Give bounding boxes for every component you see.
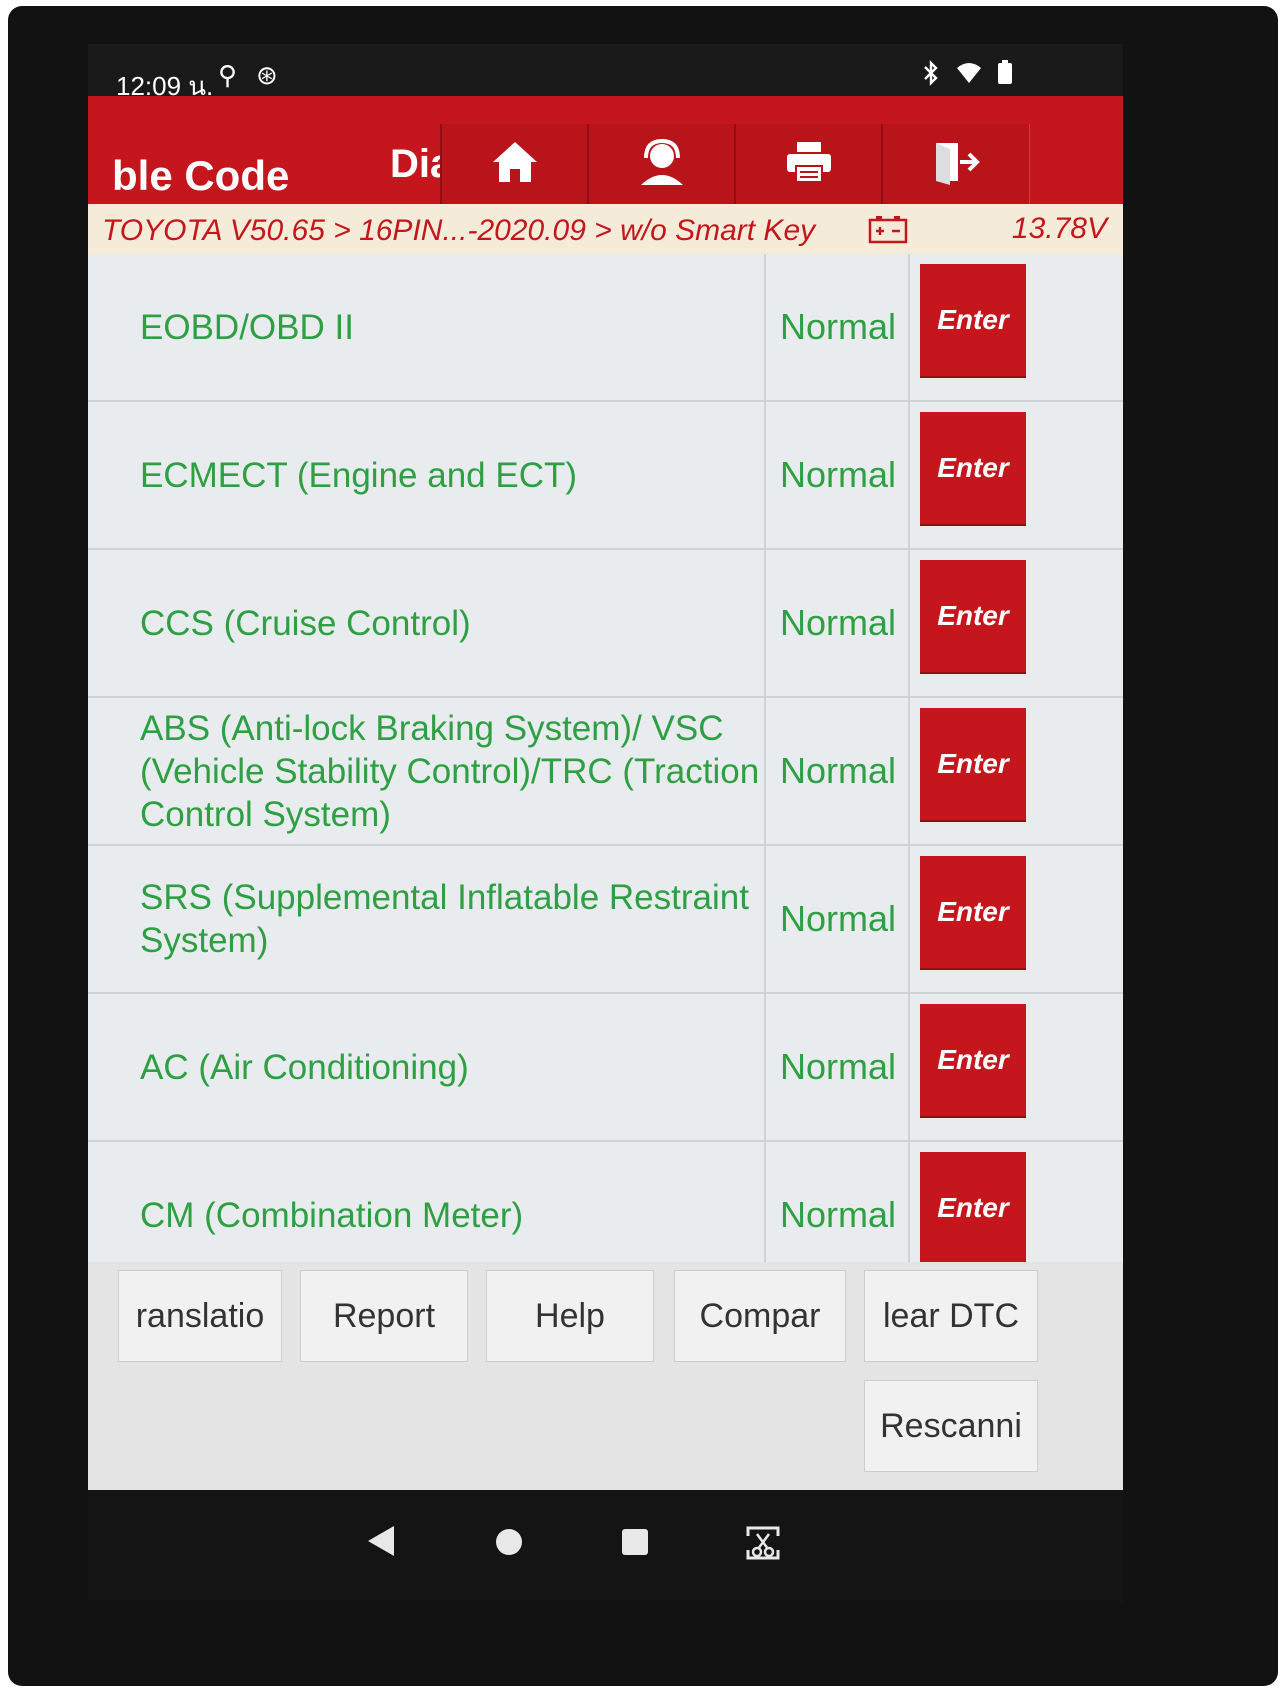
battery-voltage-icon xyxy=(868,214,908,252)
system-name: EOBD/OBD II xyxy=(88,254,766,400)
system-name: AC (Air Conditioning) xyxy=(88,994,766,1140)
exit-icon xyxy=(932,139,980,190)
enter-button[interactable]: Enter xyxy=(920,264,1026,376)
enter-button[interactable]: Enter xyxy=(920,856,1026,968)
screen: 12:09 น. ⚲ ⊛ ble Code Dia TOYOTA V50.65 … xyxy=(88,44,1123,1604)
nav-bar xyxy=(88,1490,1123,1604)
clear-dtc-button[interactable]: lear DTC xyxy=(864,1270,1038,1362)
enter-button[interactable]: Enter xyxy=(920,1152,1026,1264)
home-button[interactable] xyxy=(440,124,589,204)
list-item: ECMECT (Engine and ECT) Normal Enter xyxy=(88,402,1123,550)
system-status: Normal xyxy=(768,550,910,696)
translation-button[interactable]: ranslatio xyxy=(118,1270,282,1362)
wifi-icon xyxy=(956,60,982,91)
enter-button[interactable]: Enter xyxy=(920,412,1026,524)
system-status: Normal xyxy=(768,698,910,844)
device-frame: 12:09 น. ⚲ ⊛ ble Code Dia TOYOTA V50.65 … xyxy=(8,6,1278,1686)
battery-voltage: 13.78V xyxy=(1011,212,1107,245)
home-nav-icon[interactable] xyxy=(494,1524,524,1567)
usb-debug-icon: ⚲ xyxy=(218,60,238,90)
bluetooth-icon xyxy=(922,60,940,93)
help-button[interactable]: Help xyxy=(486,1270,654,1362)
screenshot-icon[interactable] xyxy=(744,1524,782,1572)
system-list: EOBD/OBD II Normal Enter ECMECT (Engine … xyxy=(88,254,1123,1334)
system-status: Normal xyxy=(768,254,910,400)
list-item: ABS (Anti-lock Braking System)/ VSC (Veh… xyxy=(88,698,1123,846)
list-item: SRS (Supplemental Inflatable Restraint S… xyxy=(88,846,1123,994)
support-button[interactable] xyxy=(587,124,736,204)
list-item: CCS (Cruise Control) Normal Enter xyxy=(88,550,1123,698)
page-title: ble Code xyxy=(112,152,290,199)
system-status: Normal xyxy=(768,402,910,548)
print-button[interactable] xyxy=(734,124,883,204)
exit-button[interactable] xyxy=(881,124,1030,204)
print-icon xyxy=(785,140,833,189)
home-icon xyxy=(491,140,539,189)
system-name: ABS (Anti-lock Braking System)/ VSC (Veh… xyxy=(88,698,766,844)
accessibility-icon: ⊛ xyxy=(256,60,278,90)
enter-button[interactable]: Enter xyxy=(920,708,1026,820)
status-bar: 12:09 น. ⚲ ⊛ xyxy=(88,44,1123,101)
system-status: Normal xyxy=(768,846,910,992)
system-name: SRS (Supplemental Inflatable Restraint S… xyxy=(88,846,766,992)
rescanning-button[interactable]: Rescanni xyxy=(864,1380,1038,1472)
back-icon[interactable] xyxy=(366,1524,396,1568)
recents-icon[interactable] xyxy=(620,1524,650,1567)
list-item: EOBD/OBD II Normal Enter xyxy=(88,254,1123,402)
list-item: AC (Air Conditioning) Normal Enter xyxy=(88,994,1123,1142)
enter-button[interactable]: Enter xyxy=(920,560,1026,672)
support-icon xyxy=(637,138,687,191)
system-name: CCS (Cruise Control) xyxy=(88,550,766,696)
enter-button[interactable]: Enter xyxy=(920,1004,1026,1116)
system-name: ECMECT (Engine and ECT) xyxy=(88,402,766,548)
bottom-toolbar: ranslatio Report Help Compar lear DTC Re… xyxy=(88,1262,1123,1490)
breadcrumb-path: TOYOTA V50.65 > 16PIN...-2020.09 > w/o S… xyxy=(102,214,816,247)
compare-button[interactable]: Compar xyxy=(674,1270,846,1362)
battery-icon xyxy=(998,60,1012,91)
app-header: ble Code Dia xyxy=(88,96,1123,204)
breadcrumb: TOYOTA V50.65 > 16PIN...-2020.09 > w/o S… xyxy=(88,204,1123,254)
report-button[interactable]: Report xyxy=(300,1270,468,1362)
system-status: Normal xyxy=(768,994,910,1140)
